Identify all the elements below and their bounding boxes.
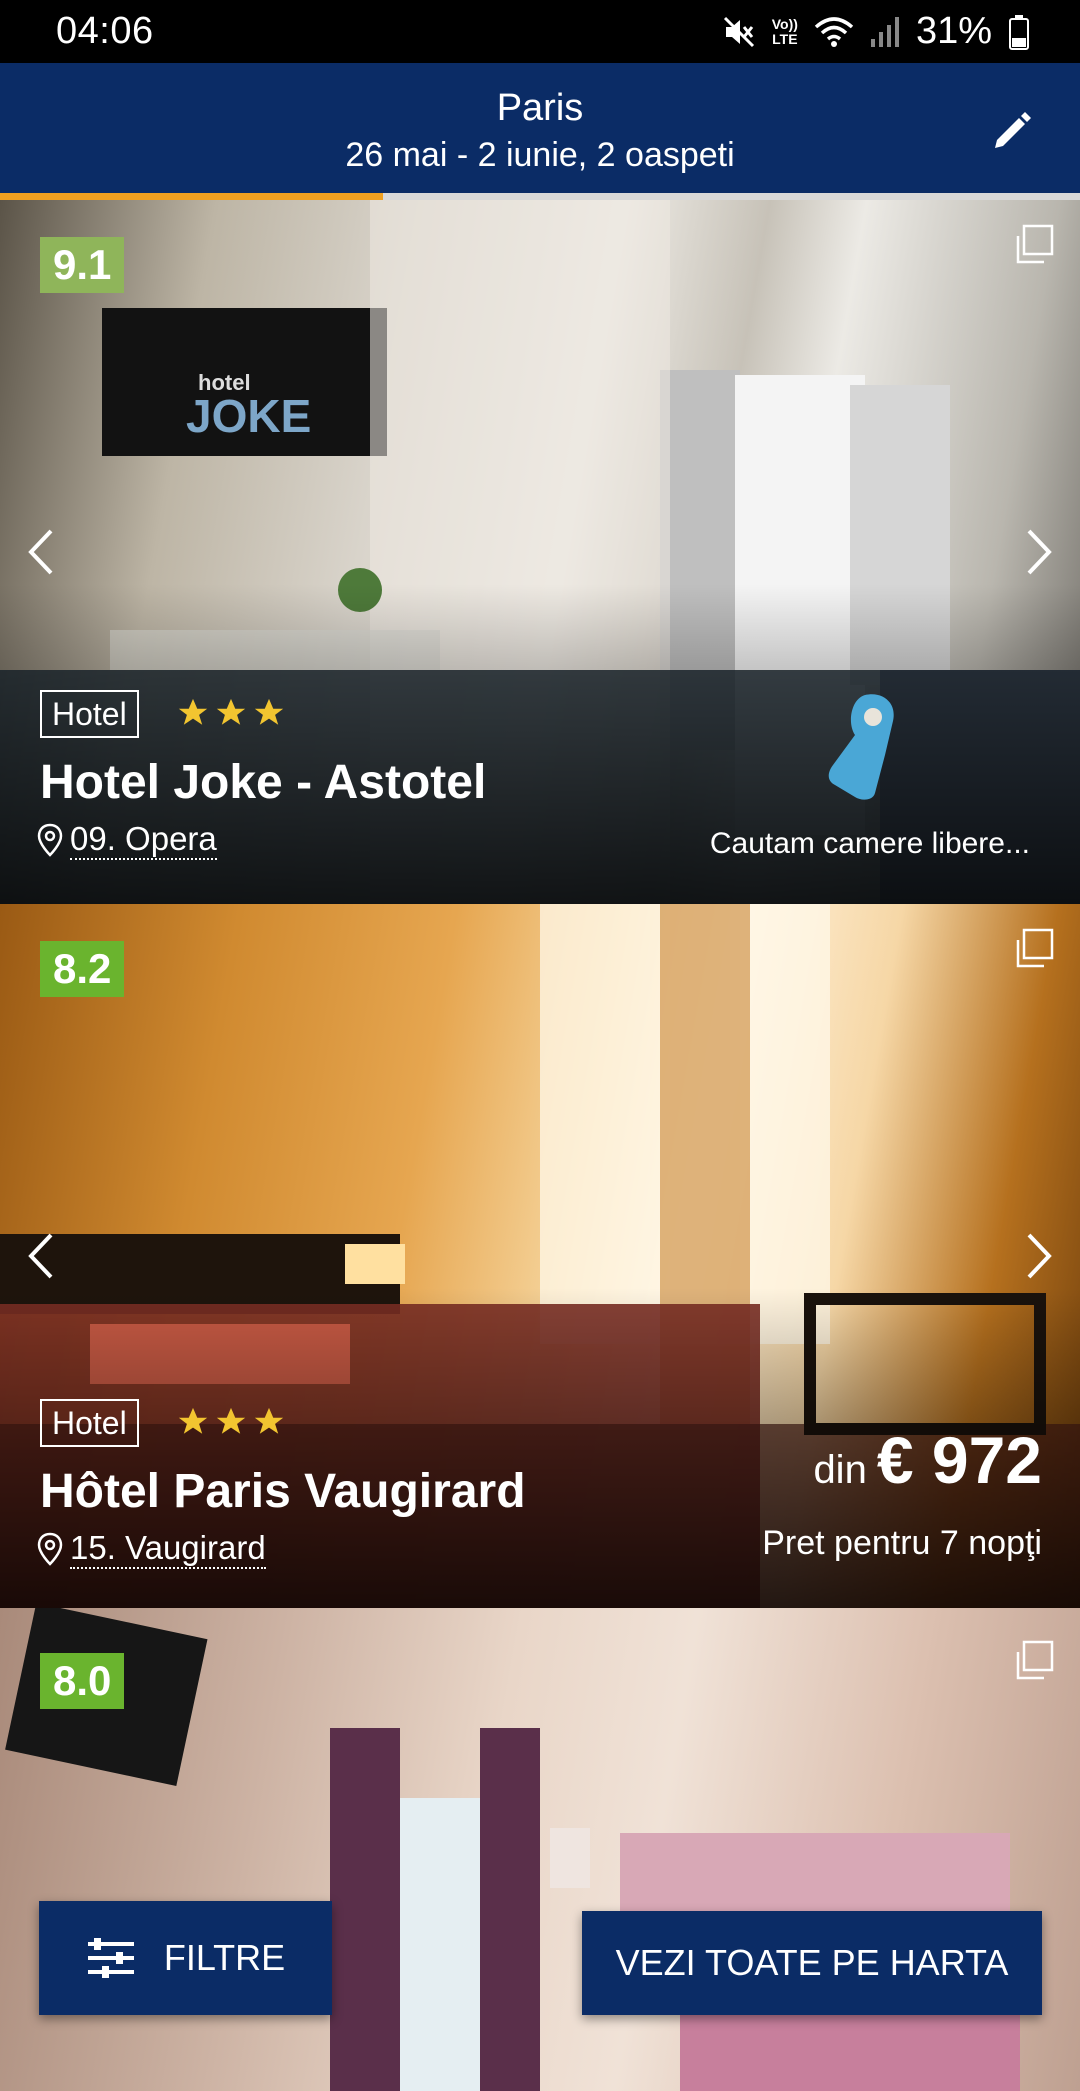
loading-progress-fill [0, 193, 384, 200]
star-icon [216, 1407, 246, 1434]
pencil-icon [995, 112, 1031, 148]
filters-button[interactable]: FILTRE [39, 1901, 332, 2015]
next-photo-arrow[interactable] [1010, 522, 1070, 582]
hotel-location[interactable]: 09. Opera [36, 820, 217, 860]
review-score-badge: 9.1 [40, 237, 125, 293]
sliders-icon [87, 1938, 134, 1978]
hotel-location[interactable]: 15. Vaugirard [36, 1529, 266, 1569]
status-icons: Vo)) LTE 31% [722, 10, 1030, 53]
destination-title: Paris [496, 87, 584, 129]
hotel-card[interactable]: 8.2 Hotel Hôtel Paris Vaugirard 15. Vaug… [0, 904, 1080, 1608]
hotel-name[interactable]: Hotel Joke - Astotel [40, 755, 486, 810]
loading-progress-bar [0, 193, 1080, 200]
property-type-badge: Hotel [40, 1399, 139, 1447]
chevron-left-icon [28, 1233, 53, 1279]
star-icon [216, 698, 246, 725]
status-bar: 04:06 Vo)) LTE 31% [0, 0, 1080, 63]
dates-guests-subtitle: 26 mai - 2 iunie, 2 oaspeti [345, 136, 735, 174]
edit-search-button[interactable] [986, 103, 1040, 157]
svg-text:JOKE: JOKE [186, 390, 311, 442]
map-pin-icon [37, 1532, 63, 1566]
hotel-card[interactable]: 8.0 [0, 1608, 1080, 2091]
star-icon [254, 1407, 284, 1434]
next-photo-arrow[interactable] [1010, 1226, 1070, 1286]
gallery-icon[interactable] [1010, 926, 1056, 972]
star-rating [176, 696, 286, 730]
mute-icon [722, 12, 756, 52]
filters-label: FILTRE [163, 1937, 286, 1978]
map-pin-icon [37, 823, 63, 857]
star-icon [254, 698, 284, 725]
wifi-icon [814, 12, 854, 52]
location-text: 15. Vaugirard [70, 1529, 266, 1569]
view-all-on-map-button[interactable]: VEZI TOATE PE HARTA [582, 1911, 1042, 2015]
hotel-photo [0, 1608, 1080, 2091]
location-text: 09. Opera [70, 820, 217, 860]
door-hanger-icon [828, 694, 894, 800]
status-time: 04:06 [56, 10, 154, 52]
chevron-left-icon [28, 529, 53, 575]
price-note: Pret pentru 7 nopţi [762, 1524, 1042, 1562]
volte-icon: Vo)) LTE [772, 12, 798, 52]
chevron-right-icon [1027, 1233, 1052, 1279]
hotel-name[interactable]: Hôtel Paris Vaugirard [40, 1464, 526, 1519]
property-type-badge: Hotel [40, 690, 139, 738]
previous-photo-arrow[interactable] [10, 1226, 70, 1286]
volte-bottom-text: LTE [772, 30, 798, 47]
review-score-badge: 8.2 [40, 941, 125, 997]
price-block[interactable]: din € 972 [813, 1422, 1042, 1498]
price-prefix: din [813, 1448, 867, 1492]
battery-icon [1008, 12, 1030, 52]
star-icon [178, 1407, 208, 1434]
review-score-badge: 8.0 [40, 1653, 125, 1709]
previous-photo-arrow[interactable] [10, 522, 70, 582]
search-header[interactable]: Paris 26 mai - 2 iunie, 2 oaspeti [0, 63, 1080, 193]
chevron-right-icon [1027, 529, 1052, 575]
gallery-icon[interactable] [1010, 1638, 1056, 1684]
star-icon [178, 698, 208, 725]
hotel-card[interactable]: hotel JOKE 9.1 Hotel Hotel Joke - Astote… [0, 200, 1080, 904]
volte-top-text: Vo)) [771, 15, 798, 32]
battery-percent: 31% [915, 10, 992, 52]
availability-status: Cautam camere libere... [709, 827, 1030, 860]
gallery-icon[interactable] [1010, 222, 1056, 268]
price-amount: € 972 [876, 1423, 1042, 1497]
map-button-label: VEZI TOATE PE HARTA [615, 1942, 1009, 1983]
star-rating [176, 1405, 286, 1439]
signal-icon [870, 12, 900, 52]
